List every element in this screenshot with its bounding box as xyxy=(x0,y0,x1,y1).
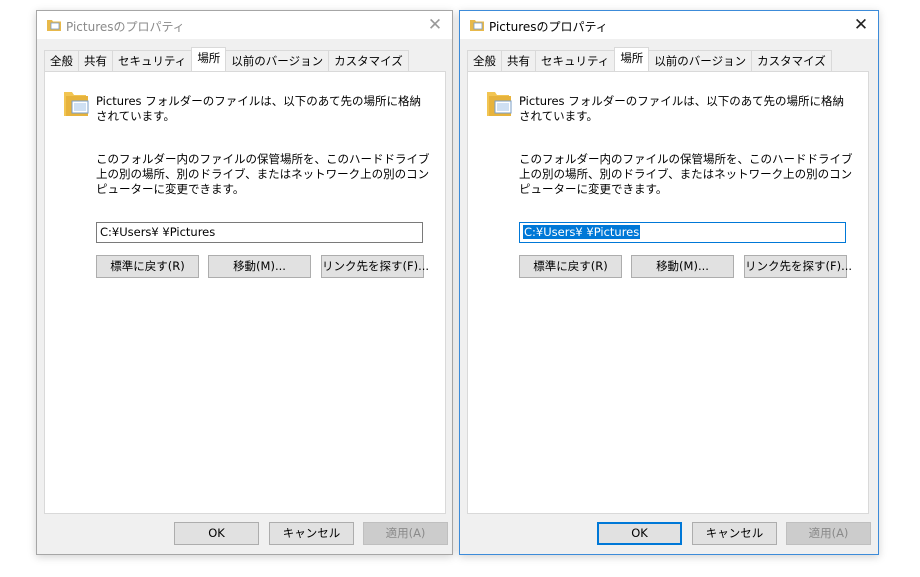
path-field[interactable]: C:¥Users¥ ¥Pictures xyxy=(96,222,423,243)
restore-default-button[interactable]: 標準に戻す(R) xyxy=(519,255,622,278)
find-target-button[interactable]: リンク先を探す(F)... xyxy=(321,255,429,278)
location-panel: Pictures フォルダーのファイルは、以下のあて先の場所に格納されています。… xyxy=(44,71,446,514)
pictures-folder-icon xyxy=(47,20,61,31)
pictures-folder-icon xyxy=(470,20,484,31)
properties-dialog-inactive: Picturesのプロパティ ✕ 全般 共有 セキュリティ 場所 以前のバージョ… xyxy=(36,10,453,555)
tab-strip: 全般 共有 セキュリティ 場所 以前のバージョン カスタマイズ xyxy=(44,47,409,71)
tab-sharing[interactable]: 共有 xyxy=(501,50,536,71)
tab-sharing[interactable]: 共有 xyxy=(78,50,113,71)
cancel-button[interactable]: キャンセル xyxy=(692,522,777,545)
tab-general[interactable]: 全般 xyxy=(467,50,502,71)
window-title: Picturesのプロパティ xyxy=(489,20,608,34)
restore-default-button[interactable]: 標準に戻す(R) xyxy=(96,255,199,278)
path-value: C:¥Users¥ ¥Pictures xyxy=(100,225,216,239)
location-description: Pictures フォルダーのファイルは、以下のあて先の場所に格納されています。 xyxy=(519,94,844,123)
path-field[interactable]: C:¥Users¥ ¥Pictures xyxy=(519,222,846,243)
ok-button[interactable]: OK xyxy=(597,522,682,545)
move-description: このフォルダー内のファイルの保管場所を、このハードドライブ上の別の場所、別のドラ… xyxy=(519,152,853,196)
cancel-button[interactable]: キャンセル xyxy=(269,522,354,545)
tab-strip: 全般 共有 セキュリティ 場所 以前のバージョン カスタマイズ xyxy=(467,47,832,71)
title-bar[interactable]: Picturesのプロパティ ✕ xyxy=(460,11,878,39)
move-button[interactable]: 移動(M)... xyxy=(208,255,311,278)
tab-security[interactable]: セキュリティ xyxy=(112,50,193,71)
find-target-button[interactable]: リンク先を探す(F)... xyxy=(744,255,852,278)
tab-location[interactable]: 場所 xyxy=(614,47,650,71)
properties-dialog-active: Picturesのプロパティ ✕ 全般 共有 セキュリティ 場所 以前のバージョ… xyxy=(459,10,879,555)
window-title: Picturesのプロパティ xyxy=(66,20,185,34)
tab-customize[interactable]: カスタマイズ xyxy=(751,50,832,71)
tab-previous-versions[interactable]: 以前のバージョン xyxy=(225,50,330,71)
tab-previous-versions[interactable]: 以前のバージョン xyxy=(648,50,753,71)
move-button[interactable]: 移動(M)... xyxy=(631,255,734,278)
ok-button[interactable]: OK xyxy=(174,522,259,545)
tab-customize[interactable]: カスタマイズ xyxy=(328,50,409,71)
apply-button[interactable]: 適用(A) xyxy=(786,522,871,545)
tab-location[interactable]: 場所 xyxy=(191,47,227,71)
tab-general[interactable]: 全般 xyxy=(44,50,79,71)
close-icon[interactable]: ✕ xyxy=(418,11,452,39)
path-value: C:¥Users¥ ¥Pictures xyxy=(523,225,641,239)
pictures-folder-icon xyxy=(64,92,89,116)
apply-button[interactable]: 適用(A) xyxy=(363,522,448,545)
move-description: このフォルダー内のファイルの保管場所を、このハードドライブ上の別の場所、別のドラ… xyxy=(96,152,430,196)
location-description: Pictures フォルダーのファイルは、以下のあて先の場所に格納されています。 xyxy=(96,94,421,123)
tab-security[interactable]: セキュリティ xyxy=(535,50,616,71)
pictures-folder-icon xyxy=(487,92,512,116)
title-bar[interactable]: Picturesのプロパティ ✕ xyxy=(37,11,452,39)
location-panel: Pictures フォルダーのファイルは、以下のあて先の場所に格納されています。… xyxy=(467,71,869,514)
close-icon[interactable]: ✕ xyxy=(844,11,878,39)
